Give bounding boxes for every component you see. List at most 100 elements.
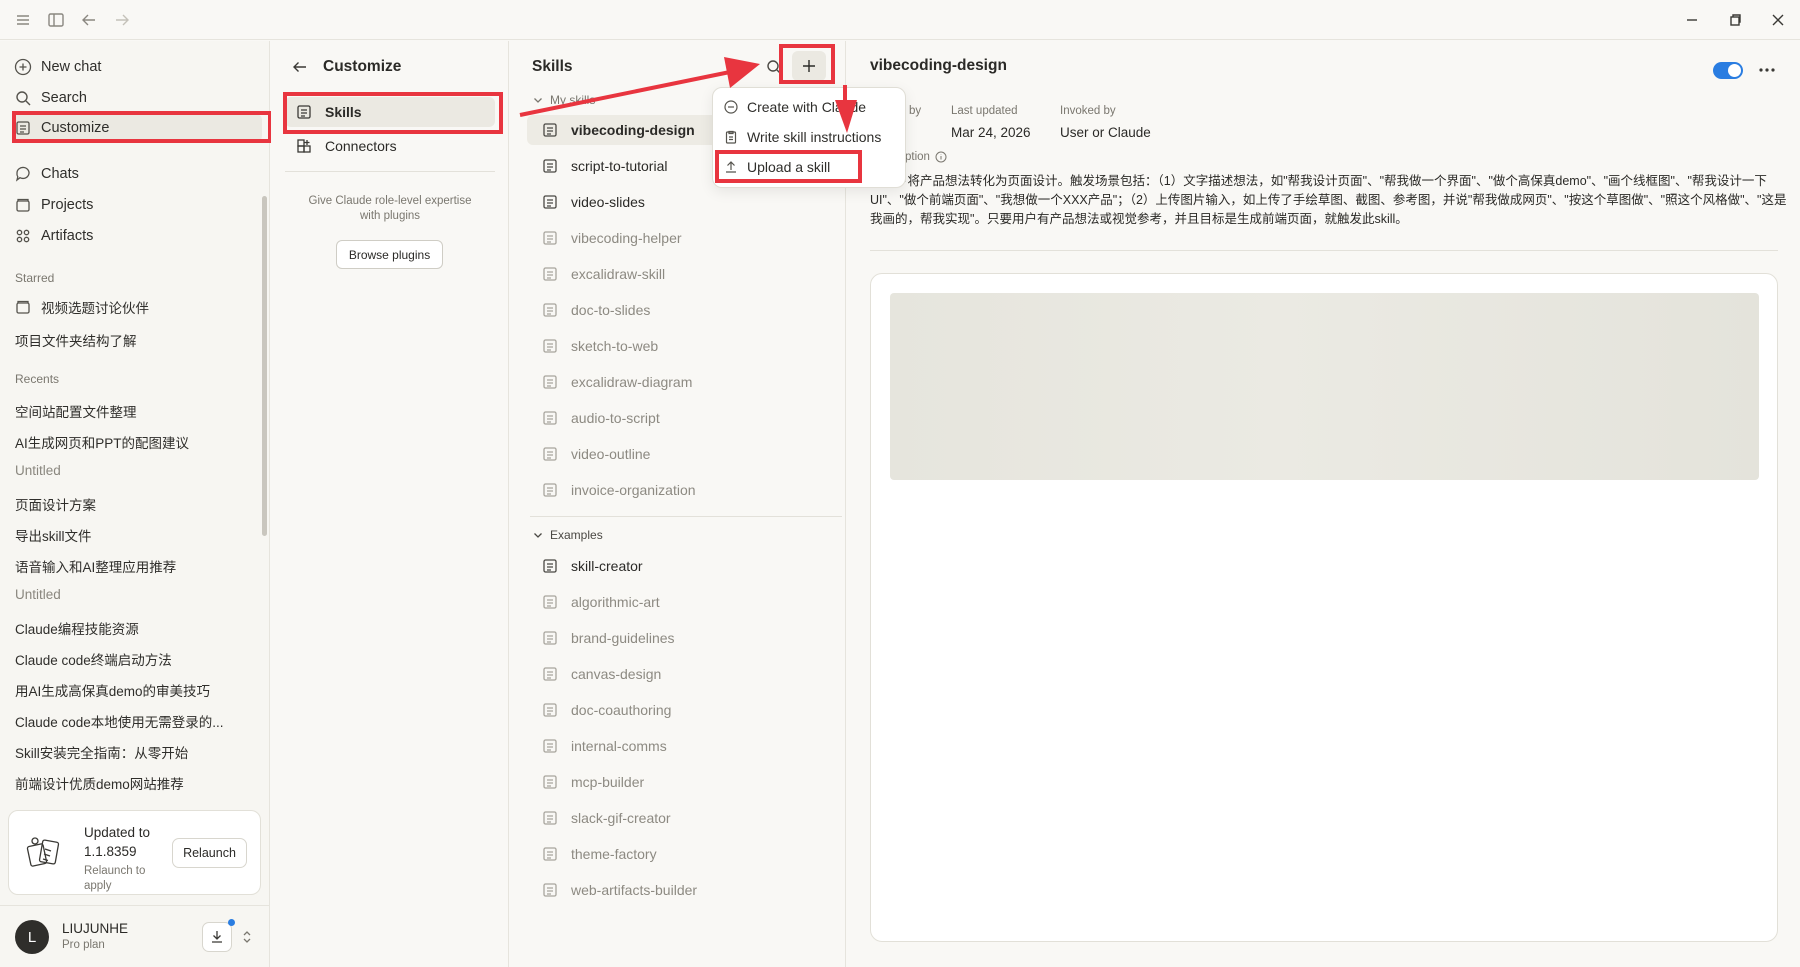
skill-item-label: mcp-builder (571, 774, 645, 790)
recent-item[interactable]: Claude code终端启动方法 (15, 649, 255, 669)
browse-plugins-button[interactable]: Browse plugins (336, 240, 443, 269)
skill-item[interactable]: slack-gif-creator (527, 803, 832, 833)
skill-item[interactable]: skill-creator (527, 551, 832, 581)
recent-item[interactable]: 导出skill文件 (15, 525, 255, 545)
search-button[interactable]: Search (12, 84, 262, 112)
artifacts-button[interactable]: Artifacts (12, 222, 262, 250)
download-button[interactable] (202, 922, 232, 952)
menu-icon[interactable] (13, 10, 33, 30)
back-arrow-icon[interactable] (291, 58, 309, 76)
update-card: Updated to 1.1.8359 Relaunch to apply Re… (8, 810, 261, 895)
skill-item[interactable]: algorithmic-art (527, 587, 832, 617)
skill-item[interactable]: audio-to-script (527, 403, 832, 433)
recent-item[interactable]: 空间站配置文件整理 (15, 401, 255, 421)
back-arrow-icon[interactable] (79, 10, 99, 30)
skill-item[interactable]: sketch-to-web (527, 331, 832, 361)
skill-item[interactable]: vibecoding-helper (527, 223, 832, 253)
skill-doc-icon (541, 445, 559, 463)
my-skills-section[interactable]: My skills (532, 93, 595, 107)
menu-item-label: Create with Claude (747, 99, 867, 115)
skill-doc-icon (541, 701, 559, 719)
tab-skills[interactable]: Skills (285, 97, 495, 127)
tab-connectors[interactable]: Connectors (285, 131, 495, 161)
sidebar-toggle-icon[interactable] (46, 10, 66, 30)
description-header: ption (905, 151, 947, 163)
chevron-down-icon (532, 529, 544, 541)
recents-section-label: Recents (15, 372, 60, 386)
update-illustration-icon (23, 831, 63, 871)
skill-doc-icon (541, 881, 559, 899)
recent-item[interactable]: Claude编程技能资源 (15, 618, 255, 638)
connectors-icon (295, 137, 313, 155)
skill-item[interactable]: video-outline (527, 439, 832, 469)
examples-section[interactable]: Examples (532, 528, 603, 542)
skill-item[interactable]: canvas-design (527, 659, 832, 689)
info-icon[interactable] (935, 151, 947, 163)
skill-doc-icon (541, 409, 559, 427)
recent-item[interactable]: 页面设计方案 (15, 494, 255, 514)
recent-item[interactable]: AI生成网页和PPT的配图建议 (15, 432, 255, 452)
sidebar-scrollbar[interactable] (262, 196, 267, 536)
menu-item-write-instructions[interactable]: Write skill instructions (723, 124, 898, 150)
recent-item[interactable]: 用AI生成高保真demo的审美技巧 (15, 680, 255, 700)
recent-item[interactable]: 语音输入和AI整理应用推荐 (15, 556, 255, 576)
customize-title: Customize (323, 58, 402, 75)
content-loading-placeholder (890, 293, 1759, 480)
avatar[interactable]: L (15, 920, 49, 954)
menu-item-create-with-claude[interactable]: Create with Claude (723, 94, 898, 120)
toggle-knob (1728, 64, 1741, 77)
search-icon[interactable] (765, 58, 783, 76)
user-name: LIUJUNHE (62, 921, 129, 936)
skill-item[interactable]: video-slides (527, 187, 832, 217)
invoked-by-value: User or Claude (1060, 125, 1151, 140)
skill-enabled-toggle[interactable] (1713, 62, 1743, 79)
more-options-icon[interactable] (1757, 60, 1777, 80)
download-icon (209, 929, 225, 945)
skill-item[interactable]: brand-guidelines (527, 623, 832, 653)
search-label: Search (41, 90, 87, 106)
skill-item[interactable]: web-artifacts-builder (527, 875, 832, 905)
recent-item[interactable]: Claude code本地使用无需登录的... (15, 711, 255, 731)
plugins-description: Give Claude role-level expertise with pl… (308, 195, 472, 222)
recent-item[interactable]: Untitled (15, 463, 255, 478)
skill-item-label: script-to-tutorial (571, 158, 668, 174)
skill-item[interactable]: doc-coauthoring (527, 695, 832, 725)
last-updated-label: Last updated (951, 105, 1018, 117)
restore-icon[interactable] (1725, 10, 1745, 30)
skill-doc-icon (541, 157, 559, 175)
skill-doc-icon (541, 665, 559, 683)
chats-button[interactable]: Chats (12, 160, 262, 188)
skill-item-label: algorithmic-art (571, 594, 660, 610)
skill-item[interactable]: theme-factory (527, 839, 832, 869)
chevron-updown-icon[interactable] (240, 928, 254, 946)
skill-item[interactable]: excalidraw-diagram (527, 367, 832, 397)
forward-arrow-icon[interactable] (112, 10, 132, 30)
relaunch-button[interactable]: Relaunch (172, 838, 247, 868)
menu-item-label: Write skill instructions (747, 129, 882, 145)
menu-item-upload-skill[interactable]: Upload a skill (723, 154, 898, 180)
skill-item-label: audio-to-script (571, 410, 660, 426)
skill-item-label: doc-coauthoring (571, 702, 672, 718)
minimize-icon[interactable] (1682, 10, 1702, 30)
skill-item[interactable]: doc-to-slides (527, 295, 832, 325)
new-chat-button[interactable]: New chat (12, 53, 262, 81)
add-skill-button[interactable] (792, 51, 826, 81)
starred-item[interactable]: 视频选题讨论伙伴 (12, 293, 262, 321)
recent-item[interactable]: 前端设计优质demo网站推荐 (15, 773, 255, 793)
skill-item[interactable]: internal-comms (527, 731, 832, 761)
skill-item-label: web-artifacts-builder (571, 882, 698, 898)
skill-item[interactable]: excalidraw-skill (527, 259, 832, 289)
close-icon[interactable] (1768, 10, 1788, 30)
customize-button[interactable]: Customize (12, 114, 262, 142)
recent-item[interactable]: Skill安装完全指南：从零开始 (15, 742, 255, 762)
chat-bubble-icon (723, 99, 739, 115)
starred-item[interactable]: 项目文件夹结构了解 (15, 330, 255, 350)
tab-connectors-label: Connectors (325, 138, 397, 154)
skill-item[interactable]: invoice-organization (527, 475, 832, 505)
skill-doc-icon (541, 229, 559, 247)
skill-item-label: slack-gif-creator (571, 810, 671, 826)
recent-item[interactable]: Untitled (15, 587, 255, 602)
skill-item[interactable]: mcp-builder (527, 767, 832, 797)
projects-button[interactable]: Projects (12, 191, 262, 219)
user-row[interactable]: L LIUJUNHE Pro plan (0, 905, 270, 967)
